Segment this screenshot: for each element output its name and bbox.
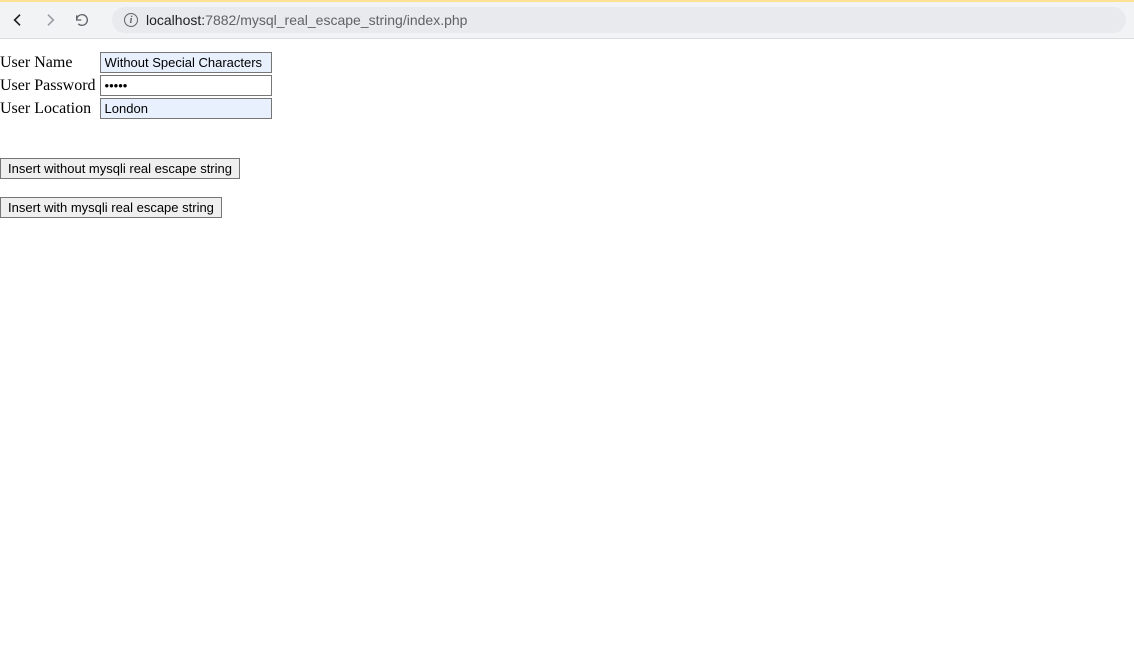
label-username: User Name bbox=[0, 51, 98, 74]
form-row-password: User Password bbox=[0, 74, 274, 97]
button-row-1: Insert without mysqli real escape string bbox=[0, 158, 1134, 179]
url-text: localhost:7882/mysql_real_escape_string/… bbox=[146, 12, 467, 28]
info-icon[interactable]: i bbox=[124, 13, 138, 27]
back-icon[interactable] bbox=[8, 10, 28, 30]
browser-toolbar: i localhost:7882/mysql_real_escape_strin… bbox=[0, 0, 1134, 39]
form-table: User Name User Password User Location bbox=[0, 51, 274, 120]
location-input[interactable] bbox=[100, 98, 272, 119]
insert-with-button[interactable]: Insert with mysqli real escape string bbox=[0, 197, 222, 218]
label-password: User Password bbox=[0, 74, 98, 97]
insert-without-button[interactable]: Insert without mysqli real escape string bbox=[0, 158, 240, 179]
button-row-2: Insert with mysqli real escape string bbox=[0, 197, 1134, 218]
forward-icon[interactable] bbox=[40, 10, 60, 30]
address-bar[interactable]: i localhost:7882/mysql_real_escape_strin… bbox=[112, 7, 1126, 33]
form-row-username: User Name bbox=[0, 51, 274, 74]
username-input[interactable] bbox=[100, 52, 272, 73]
label-location: User Location bbox=[0, 97, 98, 120]
page-content: User Name User Password User Location In… bbox=[0, 39, 1134, 218]
form-row-location: User Location bbox=[0, 97, 274, 120]
reload-icon[interactable] bbox=[72, 10, 92, 30]
password-input[interactable] bbox=[100, 75, 272, 96]
